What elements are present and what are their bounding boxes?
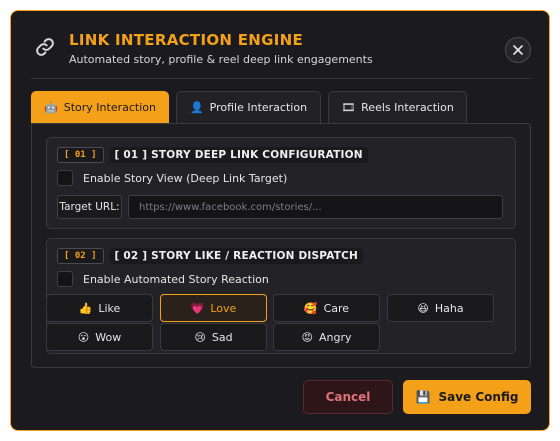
section-number-badge: [ 01 ] bbox=[57, 147, 104, 163]
reaction-label: Care bbox=[323, 301, 350, 315]
section-header: [ 02 ] [ 02 ] STORY LIKE / REACTION DISP… bbox=[57, 247, 363, 265]
reaction-label: Sad bbox=[211, 330, 233, 344]
reaction-haha-button[interactable]: 😆 Haha bbox=[387, 294, 494, 322]
tab-story-interaction[interactable]: 🤖 Story Interaction bbox=[31, 91, 169, 123]
reaction-sad-button[interactable]: 😢 Sad bbox=[160, 323, 267, 351]
header-divider bbox=[31, 78, 531, 79]
dialog-header: LINK INTERACTION ENGINE Automated story,… bbox=[11, 11, 549, 79]
close-icon bbox=[513, 45, 523, 55]
cancel-label: Cancel bbox=[325, 390, 371, 404]
dialog-subtitle: Automated story, profile & reel deep lin… bbox=[69, 53, 373, 66]
user-icon: 👤 bbox=[189, 101, 204, 114]
section-number-badge: [ 02 ] bbox=[57, 248, 104, 264]
section-title: [ 02 ] STORY LIKE / REACTION DISPATCH bbox=[109, 248, 363, 264]
enable-story-view-checkbox[interactable] bbox=[57, 170, 73, 186]
floppy-disk-icon: 💾 bbox=[415, 390, 431, 404]
robot-icon: 🤖 bbox=[44, 101, 58, 114]
laughing-face-icon: 😆 bbox=[417, 301, 429, 315]
story-deep-link-section: [ 01 ] [ 01 ] STORY DEEP LINK CONFIGURAT… bbox=[46, 137, 516, 229]
save-config-button[interactable]: 💾 Save Config bbox=[403, 380, 531, 414]
thumbs-up-icon: 👍 bbox=[78, 301, 93, 315]
reaction-label: Like bbox=[98, 301, 121, 315]
story-reaction-section: [ 02 ] [ 02 ] STORY LIKE / REACTION DISP… bbox=[46, 238, 516, 354]
tab-reels-interaction[interactable]: 🎞 Reels Interaction bbox=[328, 91, 467, 123]
enable-story-reaction-row[interactable]: Enable Automated Story Reaction bbox=[57, 271, 269, 287]
surprised-face-icon: 😮 bbox=[77, 330, 90, 344]
heart-icon: 💗 bbox=[190, 301, 205, 315]
checkbox-label: Enable Automated Story Reaction bbox=[83, 272, 269, 286]
angry-face-icon: 😡 bbox=[301, 330, 313, 344]
reaction-wow-button[interactable]: 😮 Wow bbox=[46, 323, 153, 351]
sad-face-icon: 😢 bbox=[194, 330, 206, 344]
section-title: [ 01 ] STORY DEEP LINK CONFIGURATION bbox=[109, 147, 368, 163]
close-button[interactable] bbox=[505, 37, 531, 63]
reaction-like-button[interactable]: 👍 Like bbox=[46, 294, 153, 322]
target-url-input[interactable] bbox=[128, 195, 503, 219]
film-icon: 🎞 bbox=[341, 101, 356, 114]
reaction-label: Haha bbox=[434, 301, 464, 315]
reaction-angry-button[interactable]: 😡 Angry bbox=[273, 323, 380, 351]
tab-profile-interaction[interactable]: 👤 Profile Interaction bbox=[176, 91, 321, 123]
reaction-label: Angry bbox=[318, 330, 352, 344]
save-label: Save Config bbox=[438, 390, 519, 404]
tab-label: Story Interaction bbox=[63, 101, 156, 114]
link-interaction-dialog: LINK INTERACTION ENGINE Automated story,… bbox=[10, 10, 550, 431]
section-header: [ 01 ] [ 01 ] STORY DEEP LINK CONFIGURAT… bbox=[57, 146, 368, 164]
dialog-title: LINK INTERACTION ENGINE bbox=[69, 31, 304, 49]
tab-label: Reels Interaction bbox=[361, 101, 454, 114]
reaction-label: Wow bbox=[95, 330, 122, 344]
enable-story-view-row[interactable]: Enable Story View (Deep Link Target) bbox=[57, 170, 287, 186]
cancel-button[interactable]: Cancel bbox=[303, 380, 393, 414]
checkbox-label: Enable Story View (Deep Link Target) bbox=[83, 171, 288, 185]
reaction-love-button[interactable]: 💗 Love bbox=[160, 294, 267, 322]
story-interaction-panel: [ 01 ] [ 01 ] STORY DEEP LINK CONFIGURAT… bbox=[31, 123, 531, 368]
reaction-label: Love bbox=[210, 301, 237, 315]
reaction-care-button[interactable]: 🥰 Care bbox=[273, 294, 380, 322]
care-face-icon: 🥰 bbox=[303, 301, 318, 315]
enable-story-reaction-checkbox[interactable] bbox=[57, 271, 73, 287]
tab-label: Profile Interaction bbox=[209, 101, 308, 114]
link-icon bbox=[36, 38, 54, 56]
target-url-label: Target URL: bbox=[57, 195, 122, 219]
